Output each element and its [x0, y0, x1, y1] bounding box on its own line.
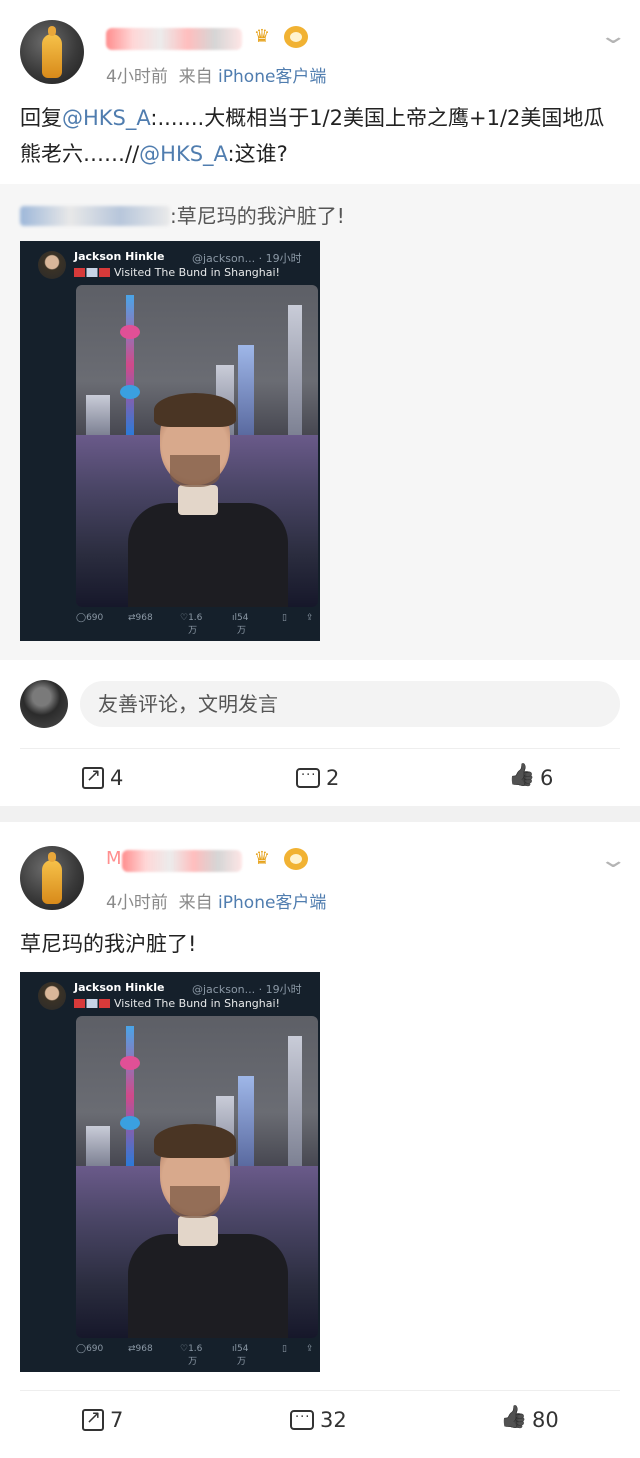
- mention-link[interactable]: @HKS_A: [62, 106, 150, 130]
- post-meta: 4小时前 来自 iPhone客户端: [106, 893, 327, 913]
- author-name-partial[interactable]: M: [106, 848, 122, 869]
- tweet-body: Visited The Bund in Shanghai!: [74, 997, 280, 1010]
- my-avatar: [20, 680, 68, 728]
- crown-badge-icon: ♛: [253, 848, 271, 869]
- comment-button[interactable]: 32: [290, 1400, 347, 1440]
- comment-button[interactable]: 2: [296, 758, 339, 798]
- tweet-body: Visited The Bund in Shanghai!: [74, 266, 280, 279]
- share-button[interactable]: 4: [82, 758, 123, 798]
- thumbs-up-icon: [500, 1407, 526, 1433]
- comment-icon: [290, 1410, 314, 1430]
- source-link[interactable]: iPhone客户端: [218, 893, 326, 913]
- fan-badge-icon: [284, 848, 308, 870]
- tweet-author-avatar: [38, 982, 66, 1010]
- author-name-redacted[interactable]: [106, 28, 242, 50]
- weibo-post: M ♛ ⌄ 4小时前 来自 iPhone客户端 草尼玛的我沪脏了! Jackso…: [0, 822, 640, 1458]
- fan-badge-icon: [284, 26, 308, 48]
- post-text: 草尼玛的我沪脏了!: [20, 932, 197, 956]
- post-meta: 4小时前 来自 iPhone客户端: [106, 67, 327, 87]
- flag-emoji-icon: [74, 268, 110, 277]
- post-text: 回复@HKS_A:.......大概相当于1/2美国上帝之鹰+1/2美国地瓜熊老…: [20, 106, 605, 166]
- share-button[interactable]: 7: [82, 1400, 123, 1440]
- tweet-handle: @jackson... · 19小时: [192, 252, 302, 265]
- quoted-author-redacted[interactable]: [20, 206, 170, 226]
- post-actions: 4 2 6: [0, 758, 640, 798]
- share-icon: [82, 765, 104, 789]
- mention-link[interactable]: @HKS_A: [139, 142, 227, 166]
- author-name-redacted[interactable]: [122, 850, 242, 872]
- tweet-handle: @jackson... · 19小时: [192, 983, 302, 996]
- like-button[interactable]: 80: [500, 1400, 559, 1440]
- comment-icon: [296, 768, 320, 788]
- quoted-post-text: :草尼玛的我沪脏了!: [20, 200, 345, 229]
- bund-selfie-photo: [76, 285, 318, 607]
- quoted-post[interactable]: :草尼玛的我沪脏了! Jackson Hinkle @jackson... · …: [0, 184, 640, 660]
- bund-selfie-photo: [76, 1016, 318, 1338]
- chevron-down-icon[interactable]: ⌄: [598, 24, 628, 49]
- tweet-screenshot-image[interactable]: Jackson Hinkle @jackson... · 19小时 Visite…: [20, 972, 320, 1372]
- post-separator: [0, 806, 640, 822]
- crown-badge-icon: ♛: [253, 26, 271, 47]
- tweet-author-name: Jackson Hinkle: [74, 250, 165, 263]
- like-button[interactable]: 6: [508, 758, 553, 798]
- tweet-screenshot-image[interactable]: Jackson Hinkle @jackson... · 19小时 Visite…: [20, 241, 320, 641]
- tweet-author-avatar: [38, 251, 66, 279]
- source-link[interactable]: iPhone客户端: [218, 67, 326, 87]
- author-avatar[interactable]: [20, 846, 84, 910]
- chevron-down-icon[interactable]: ⌄: [598, 848, 628, 873]
- divider: [20, 1390, 620, 1391]
- share-icon: [82, 1407, 104, 1431]
- divider: [20, 748, 620, 749]
- weibo-post: ♛ ⌄ 4小时前 来自 iPhone客户端 回复@HKS_A:.......大概…: [0, 0, 640, 806]
- comment-input[interactable]: 友善评论，文明发言: [80, 681, 620, 727]
- flag-emoji-icon: [74, 999, 110, 1008]
- post-actions: 7 32 80: [0, 1400, 640, 1440]
- author-avatar[interactable]: [20, 20, 84, 84]
- thumbs-up-icon: [508, 765, 534, 791]
- tweet-author-name: Jackson Hinkle: [74, 981, 165, 994]
